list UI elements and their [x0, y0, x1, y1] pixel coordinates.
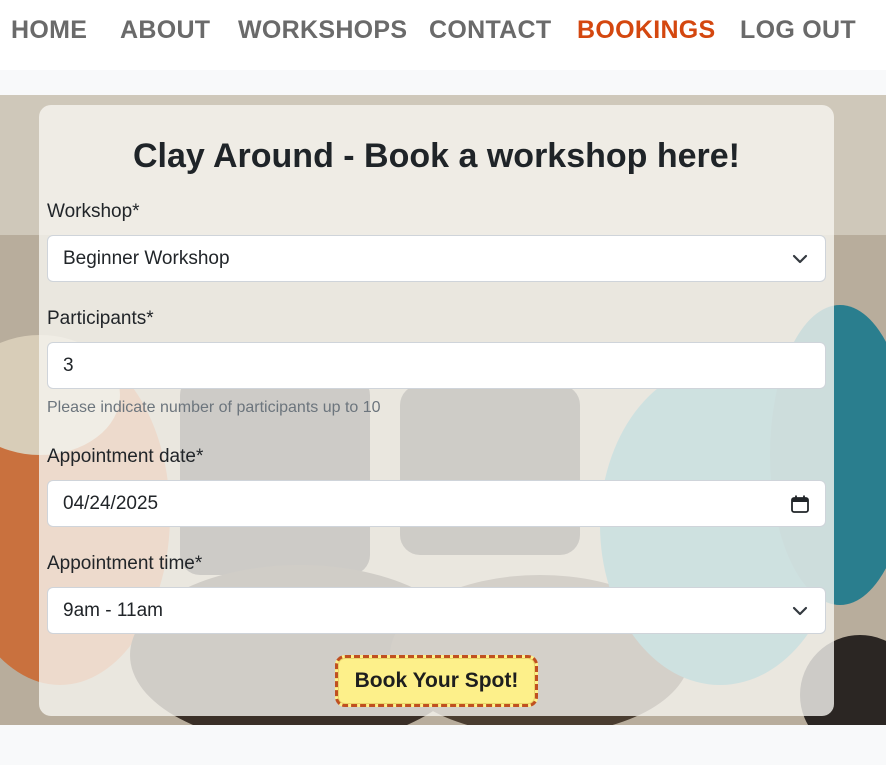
page-title: Clay Around - Book a workshop here!: [132, 137, 741, 175]
date-label: Appointment date*: [47, 446, 204, 467]
time-label: Appointment time*: [47, 553, 203, 574]
time-select-value: 9am - 11am: [63, 600, 163, 621]
book-your-spot-button[interactable]: Book Your Spot!: [335, 655, 538, 707]
booking-form-card: Clay Around - Book a workshop here! Work…: [39, 105, 834, 716]
nav-home[interactable]: HOME: [11, 16, 87, 45]
nav-logout[interactable]: LOG OUT: [740, 16, 856, 45]
nav-about[interactable]: ABOUT: [120, 16, 210, 45]
time-select[interactable]: 9am - 11am: [47, 587, 826, 634]
participants-input[interactable]: 3: [47, 342, 826, 389]
calendar-icon[interactable]: [790, 494, 810, 514]
chevron-down-icon: [792, 254, 808, 264]
workshop-select-value: Beginner Workshop: [63, 248, 230, 269]
main-navbar: HOME ABOUT WORKSHOPS CONTACT BOOKINGS LO…: [0, 0, 886, 70]
workshop-select[interactable]: Beginner Workshop: [47, 235, 826, 282]
participants-help-text: Please indicate number of participants u…: [47, 399, 381, 416]
nav-contact[interactable]: CONTACT: [429, 16, 551, 45]
hero-background: Clay Around - Book a workshop here! Work…: [0, 95, 886, 725]
participants-input-value: 3: [63, 355, 74, 376]
nav-bookings[interactable]: BOOKINGS: [577, 16, 716, 45]
workshop-label: Workshop*: [47, 201, 140, 222]
chevron-down-icon: [792, 606, 808, 616]
date-input-value: 04/24/2025: [63, 493, 159, 514]
date-input[interactable]: 04/24/2025: [47, 480, 826, 527]
participants-label: Participants*: [47, 308, 154, 329]
nav-workshops[interactable]: WORKSHOPS: [238, 16, 407, 45]
